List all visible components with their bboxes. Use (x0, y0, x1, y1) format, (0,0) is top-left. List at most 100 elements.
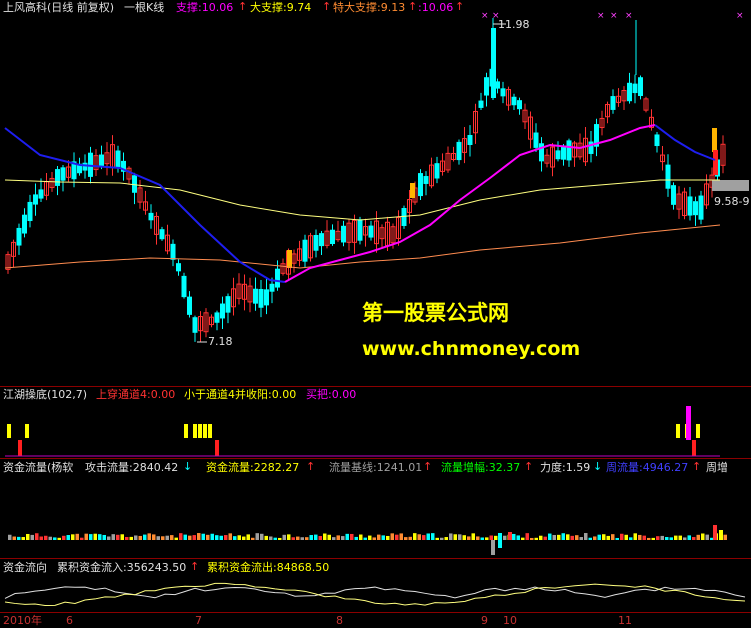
flow-bar (246, 534, 250, 540)
flow-bar (417, 534, 421, 540)
signal-bar-pink (686, 406, 691, 440)
flow-bar (696, 534, 700, 540)
flow-bar (89, 534, 93, 540)
flow-bar (462, 535, 466, 540)
flow-bar (701, 533, 705, 540)
panel-separator-3 (0, 558, 751, 559)
flow-bar (21, 537, 25, 540)
flow-bar (233, 536, 237, 540)
flow-bar (543, 536, 547, 540)
flow-bar (278, 537, 282, 540)
candle-body-highlight (713, 150, 718, 175)
flow-bar (354, 536, 358, 540)
flow-bar (611, 534, 615, 540)
candle-body-highlight (712, 128, 717, 152)
candle-body (82, 162, 88, 171)
month-tick: 11 (618, 614, 632, 627)
candle-body (115, 150, 121, 168)
panel-separator-4 (0, 612, 751, 613)
flow-bar (638, 534, 642, 540)
flow-bar (444, 537, 448, 540)
candle-body (665, 164, 671, 189)
candle-body (55, 169, 60, 186)
flow-bar (39, 536, 43, 540)
flow-bar (8, 534, 12, 540)
flow-bar (75, 533, 79, 540)
watermark-url: www.chnmoney.com (362, 338, 581, 360)
candle-body (170, 243, 176, 260)
candle-body (33, 194, 38, 205)
signal-bar (676, 424, 680, 438)
flow-bar-large (719, 530, 723, 540)
flow-bar (12, 536, 16, 540)
flow-bar (228, 533, 232, 540)
flow-bar (260, 533, 264, 540)
flow-bar (116, 534, 120, 540)
flow-bar (669, 537, 673, 540)
support-label: 支撑:10.06 (176, 1, 234, 14)
flow-bar (318, 536, 322, 540)
flow-bar (530, 537, 534, 540)
flow-bar (125, 536, 129, 540)
flow-bar (602, 534, 606, 540)
flow-bar (521, 537, 525, 540)
flow-bar (48, 536, 52, 540)
flow-bar (35, 533, 39, 540)
flow-bar (170, 535, 174, 540)
candle-body (132, 175, 137, 193)
signal-bar (696, 424, 700, 438)
flow-bar (219, 535, 223, 540)
flow-bar (309, 535, 313, 540)
candle-body (632, 83, 638, 94)
candle-body (687, 196, 693, 216)
candle-body (341, 225, 346, 243)
flow-bar (129, 536, 133, 540)
flow-bar (66, 535, 70, 540)
flow-bar (372, 537, 376, 540)
candle-body (654, 134, 660, 147)
candle-body (561, 145, 566, 160)
panel4-title: 资金流向 (3, 561, 47, 574)
flow-bar (174, 537, 178, 540)
candle-body (401, 208, 407, 226)
candle-body (313, 234, 319, 251)
flow-bar (453, 534, 457, 540)
down-arrow-icon: ↓ (593, 460, 603, 473)
flow-bar (606, 535, 610, 540)
flow-bar (566, 534, 570, 540)
flow-bar (516, 535, 520, 540)
flow-bar (377, 534, 381, 540)
top-marker-x: × (736, 11, 744, 21)
candle-body (159, 229, 165, 240)
flow-bar (575, 535, 579, 540)
flow-bar (422, 535, 426, 540)
weekly-flow-label: 周流量:4946.27 (606, 461, 689, 474)
flow-bar (435, 537, 439, 540)
candle-body-highlight (287, 250, 292, 268)
up-arrow-icon: ↑ (408, 0, 418, 13)
flow-bar (323, 533, 327, 540)
flow-bar (678, 535, 682, 540)
flow-bar (345, 533, 349, 540)
candle-body (176, 263, 181, 272)
candle-body-highlight (410, 183, 415, 198)
flow-bar (161, 536, 165, 540)
watermark-name: 第一股票公式网 (362, 301, 509, 325)
flow-bar (723, 534, 727, 540)
flow-bar (642, 535, 646, 540)
signal-bar (208, 424, 212, 438)
up-arrow-icon: ↑ (423, 460, 433, 473)
indicator-name: 一根K线 (124, 1, 165, 14)
candle-body (418, 173, 423, 197)
flow-bar (179, 533, 183, 540)
candle-body (478, 100, 484, 108)
flow-bar (287, 534, 291, 540)
high-price-label: 11.98 (498, 18, 530, 31)
flow-bar (584, 533, 588, 540)
candle-body (627, 82, 632, 102)
flow-bar (152, 534, 156, 540)
flow-bar (467, 536, 471, 540)
flow-bar (386, 535, 390, 540)
ma-long-line (4, 179, 720, 221)
flow-bar (539, 535, 543, 540)
